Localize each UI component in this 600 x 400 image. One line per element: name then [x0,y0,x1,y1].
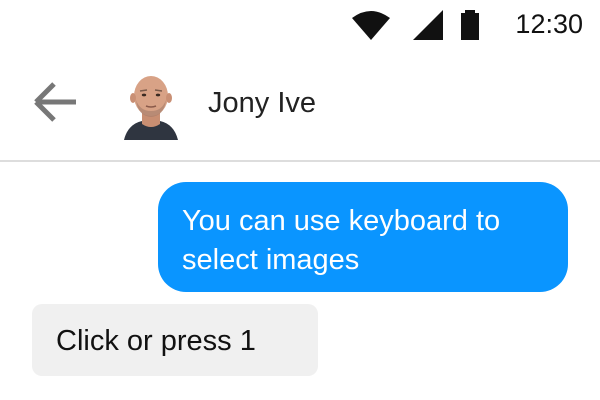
signal-icon [413,10,443,40]
chat-header: Jony Ive [0,48,600,162]
back-button[interactable] [22,74,86,130]
avatar[interactable] [122,74,180,140]
contact-name: Jony Ive [208,87,316,119]
status-bar: 12:30 [0,0,600,48]
incoming-message-bubble[interactable]: Click or press 1 [32,304,318,376]
chat-screen: 12:30 Jony Ive You can use keyboard to s… [0,0,600,400]
status-time: 12:30 [515,9,583,39]
outgoing-message-bubble: You can use keyboard to select images [158,182,568,292]
wifi-icon [352,11,390,40]
battery-icon [461,10,479,40]
arrow-left-icon [34,82,76,122]
